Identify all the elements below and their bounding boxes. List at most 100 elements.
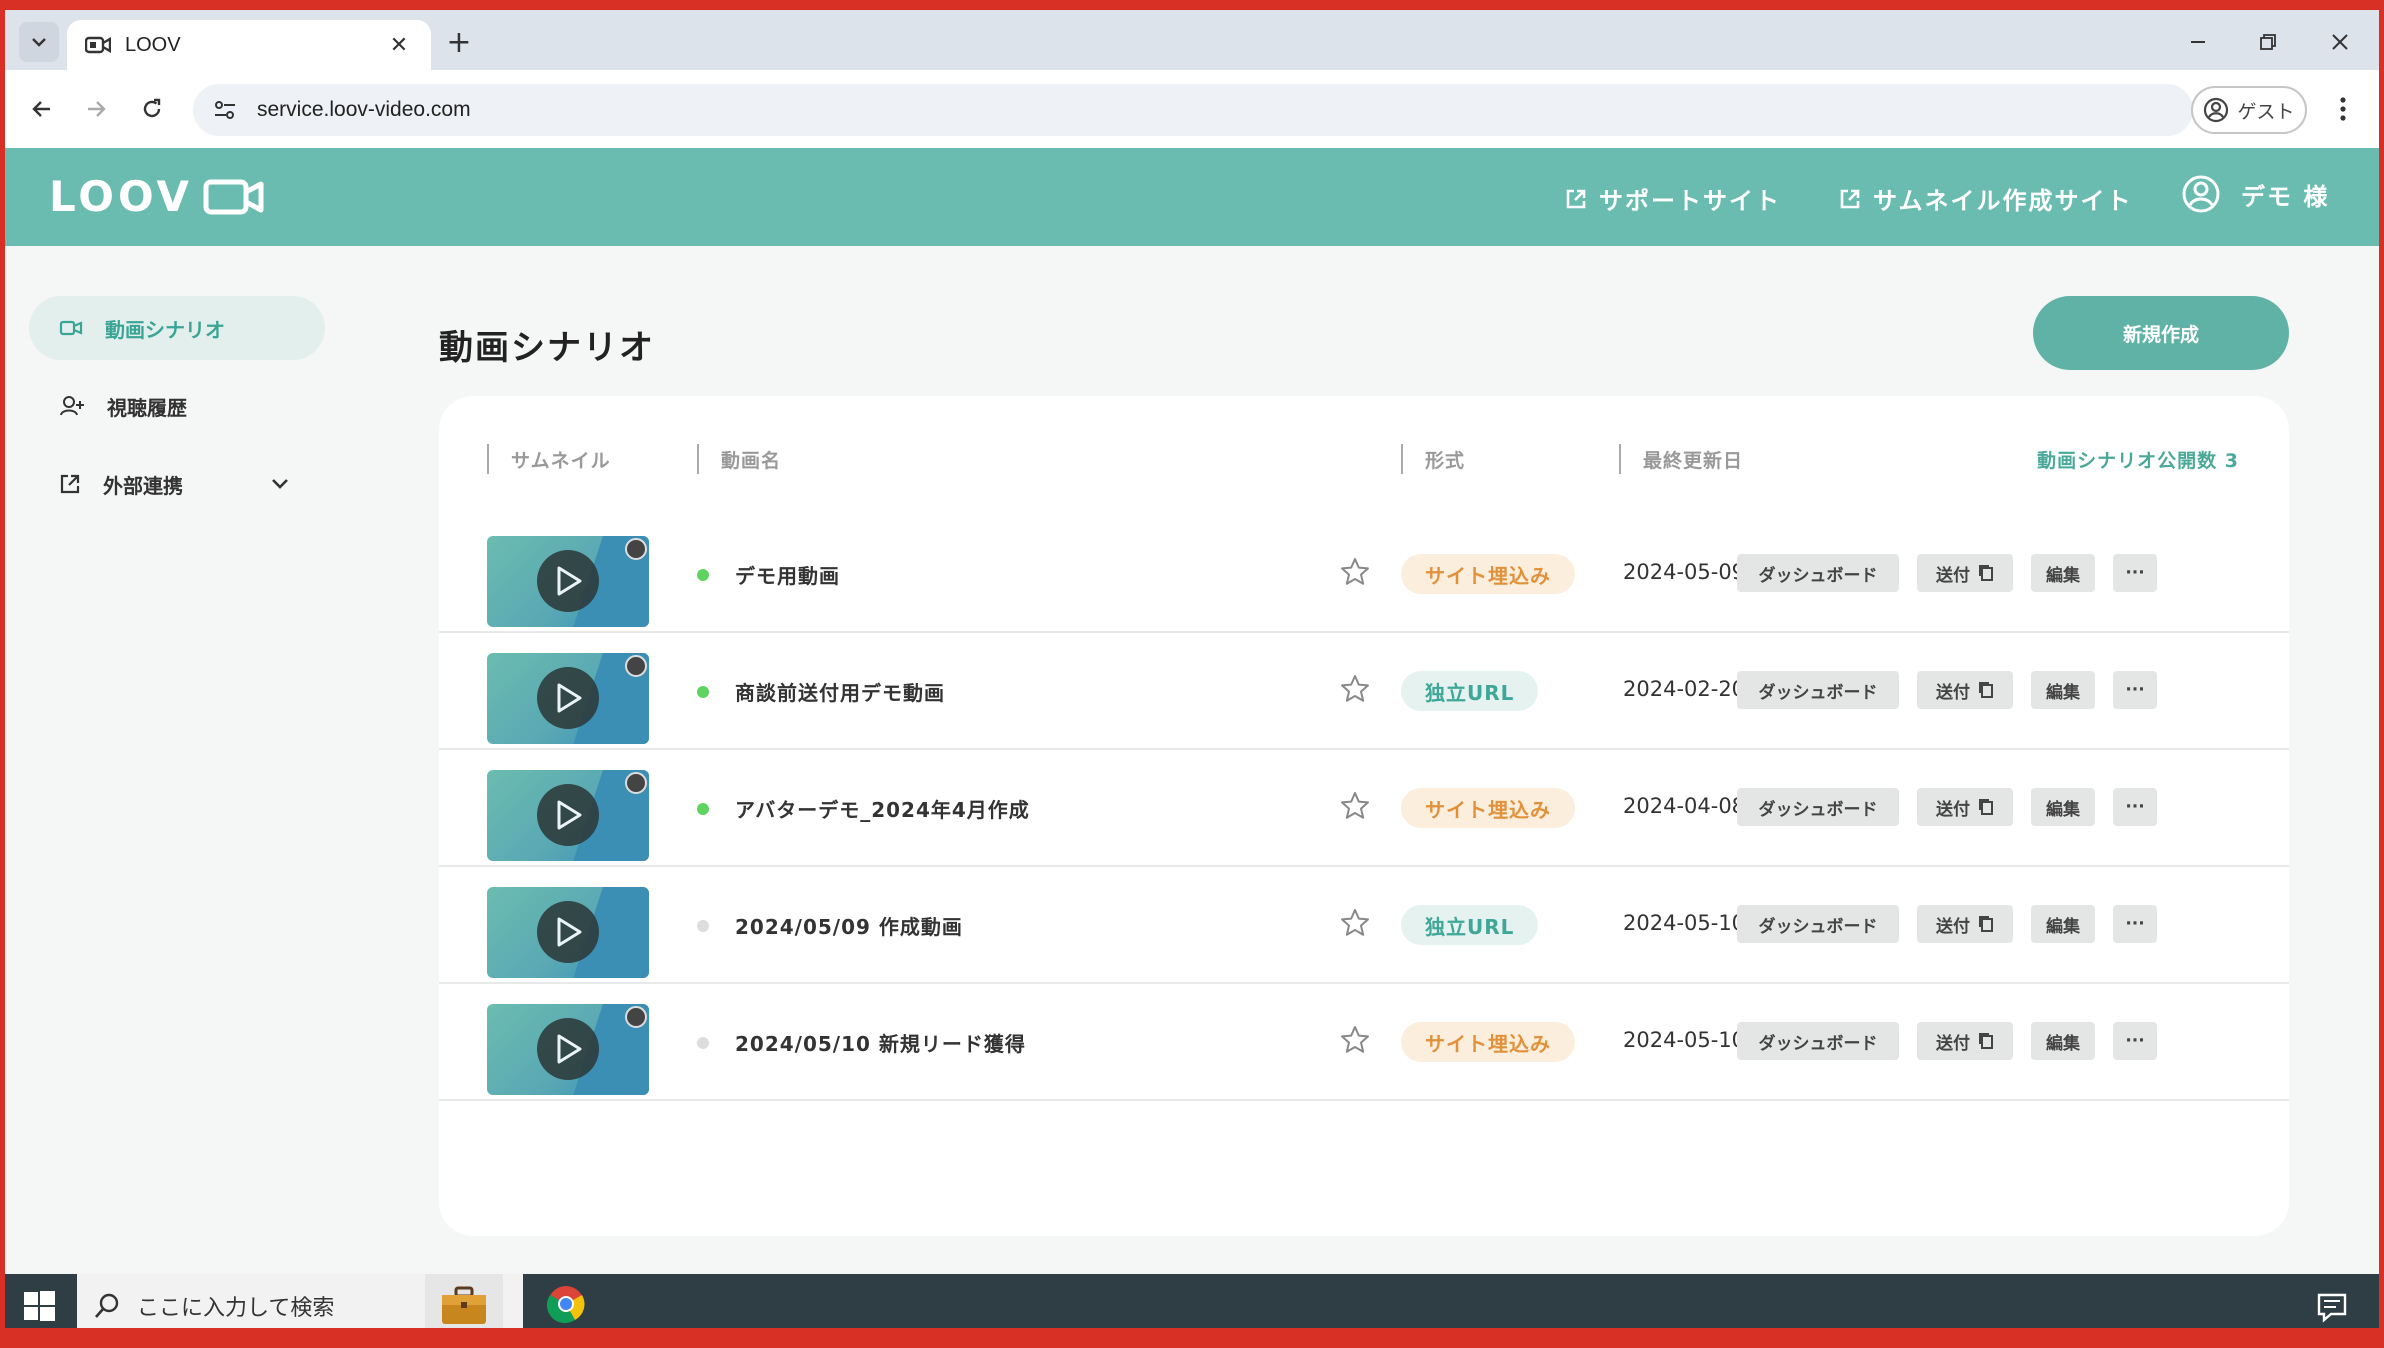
more-options-button[interactable]: ··· bbox=[2113, 671, 2157, 709]
video-name[interactable]: 2024/05/09 作成動画 bbox=[735, 911, 963, 940]
dashboard-button[interactable]: ダッシュボード bbox=[1737, 671, 1899, 709]
sidebar-item-video-scenario[interactable]: 動画シナリオ bbox=[29, 296, 325, 360]
tab-close-icon[interactable]: ✕ bbox=[385, 33, 413, 58]
star-icon[interactable] bbox=[1339, 907, 1371, 939]
video-thumbnail[interactable] bbox=[487, 536, 649, 627]
video-name[interactable]: 商談前送付用デモ動画 bbox=[735, 677, 945, 706]
sidebar: 動画シナリオ 視聴履歴 外部連携 bbox=[5, 246, 349, 1284]
scenario-table-card: サムネイル 動画名 形式 最終更新日 動画シナリオ公開数 3 デモ用動画 サイト… bbox=[439, 396, 2289, 1236]
edit-button[interactable]: 編集 bbox=[2031, 905, 2095, 943]
send-button[interactable]: 送付 bbox=[1917, 905, 2013, 943]
play-icon[interactable] bbox=[537, 784, 599, 846]
user-menu[interactable]: デモ 様 bbox=[2181, 174, 2329, 214]
chrome-icon bbox=[546, 1286, 585, 1324]
dashboard-button[interactable]: ダッシュボード bbox=[1737, 1022, 1899, 1060]
tab-title: LOOV bbox=[125, 33, 181, 56]
chevron-down-icon bbox=[272, 479, 288, 489]
browser-tab[interactable]: LOOV ✕ bbox=[67, 20, 431, 70]
send-label: 送付 bbox=[1936, 799, 1970, 820]
play-icon[interactable] bbox=[537, 550, 599, 612]
address-bar-row: service.loov-video.com ゲスト bbox=[5, 70, 2379, 148]
published-status-dot bbox=[697, 803, 709, 815]
video-name[interactable]: 2024/05/10 新規リード獲得 bbox=[735, 1028, 1026, 1057]
video-thumbnail[interactable] bbox=[487, 770, 649, 861]
play-icon[interactable] bbox=[537, 667, 599, 729]
star-icon[interactable] bbox=[1339, 790, 1371, 822]
video-thumbnail[interactable] bbox=[487, 887, 649, 978]
guest-profile-button[interactable]: ゲスト bbox=[2191, 86, 2307, 134]
send-button[interactable]: 送付 bbox=[1917, 1022, 2013, 1060]
taskbar-app-chrome[interactable] bbox=[527, 1274, 605, 1328]
table-row[interactable]: 2024/05/09 作成動画 独立URL 2024-05-10 09:44 ダ… bbox=[439, 867, 2289, 984]
thumbnail-site-link[interactable]: サムネイル作成サイト bbox=[1839, 181, 2133, 216]
reload-button[interactable] bbox=[131, 88, 173, 130]
star-icon[interactable] bbox=[1339, 556, 1371, 588]
sidebar-item-integrations[interactable]: 外部連携 bbox=[29, 452, 325, 516]
screen-frame: LOOV ✕ + service.loov-video.com ゲスト LOOV… bbox=[0, 0, 2384, 1348]
new-tab-button[interactable]: + bbox=[441, 24, 477, 60]
video-name[interactable]: アバターデモ_2024年4月作成 bbox=[735, 794, 1030, 823]
support-site-link[interactable]: サポートサイト bbox=[1565, 181, 1781, 216]
video-thumbnail[interactable] bbox=[487, 653, 649, 744]
star-icon[interactable] bbox=[1339, 673, 1371, 705]
windows-start-icon[interactable] bbox=[21, 1288, 57, 1324]
play-icon[interactable] bbox=[537, 901, 599, 963]
table-row[interactable]: 商談前送付用デモ動画 独立URL 2024-02-20 13:49 ダッシュボー… bbox=[439, 633, 2289, 750]
more-options-button[interactable]: ··· bbox=[2113, 1022, 2157, 1060]
edit-button[interactable]: 編集 bbox=[2031, 671, 2095, 709]
send-button[interactable]: 送付 bbox=[1917, 788, 2013, 826]
video-thumbnail[interactable] bbox=[487, 1004, 649, 1095]
taskbar-search-placeholder: ここに入力して検索 bbox=[137, 1296, 335, 1321]
briefcase-icon bbox=[442, 1286, 486, 1324]
sidebar-item-label: 視聴履歴 bbox=[107, 395, 187, 420]
app-header: LOOV サポートサイト サムネイル作成サイト デモ 様 bbox=[5, 148, 2379, 246]
table-row[interactable]: 2024/05/10 新規リード獲得 サイト埋込み 2024-05-10 10:… bbox=[439, 984, 2289, 1101]
back-button[interactable] bbox=[21, 88, 63, 130]
send-button[interactable]: 送付 bbox=[1917, 554, 2013, 592]
browser-menu-button[interactable] bbox=[2325, 88, 2361, 130]
avatar bbox=[625, 1006, 647, 1028]
table-row[interactable]: デモ用動画 サイト埋込み 2024-05-09 15:27 ダッシュボード 送付… bbox=[439, 516, 2289, 633]
edit-button[interactable]: 編集 bbox=[2031, 554, 2095, 592]
new-create-button[interactable]: 新規作成 bbox=[2033, 296, 2289, 370]
send-label: 送付 bbox=[1936, 916, 1970, 937]
forward-button[interactable] bbox=[75, 88, 117, 130]
published-status-dot bbox=[697, 569, 709, 581]
arrow-right-icon bbox=[88, 101, 106, 117]
column-header-updated: 最終更新日 bbox=[1619, 444, 1743, 474]
send-button[interactable]: 送付 bbox=[1917, 671, 2013, 709]
loov-logo[interactable]: LOOV bbox=[49, 172, 265, 221]
play-icon[interactable] bbox=[537, 1018, 599, 1080]
video-camera-icon bbox=[203, 179, 264, 214]
avatar bbox=[625, 772, 647, 794]
edit-button[interactable]: 編集 bbox=[2031, 1022, 2095, 1060]
more-vertical-icon bbox=[2340, 97, 2346, 121]
format-badge: 独立URL bbox=[1401, 905, 1539, 945]
url-bar[interactable]: service.loov-video.com bbox=[193, 84, 2193, 136]
more-options-button[interactable]: ··· bbox=[2113, 554, 2157, 592]
video-name[interactable]: デモ用動画 bbox=[735, 560, 840, 589]
more-options-button[interactable]: ··· bbox=[2113, 905, 2157, 943]
close-window-button[interactable] bbox=[2317, 24, 2363, 60]
avatar bbox=[625, 538, 647, 560]
star-icon[interactable] bbox=[1339, 1024, 1371, 1056]
public-count-label: 動画シナリオ公開数 3 bbox=[2037, 450, 2239, 472]
dashboard-button[interactable]: ダッシュボード bbox=[1737, 788, 1899, 826]
sidebar-item-view-history[interactable]: 視聴履歴 bbox=[29, 374, 325, 438]
external-link-icon bbox=[60, 474, 80, 494]
minimize-button[interactable] bbox=[2175, 24, 2221, 60]
site-settings-icon[interactable] bbox=[209, 94, 241, 126]
edit-button[interactable]: 編集 bbox=[2031, 788, 2095, 826]
more-options-button[interactable]: ··· bbox=[2113, 788, 2157, 826]
close-icon bbox=[2332, 34, 2348, 50]
notification-icon[interactable] bbox=[2315, 1290, 2349, 1324]
dashboard-button[interactable]: ダッシュボード bbox=[1737, 554, 1899, 592]
restore-button[interactable] bbox=[2245, 24, 2291, 60]
taskbar-app-briefcase[interactable] bbox=[425, 1274, 503, 1328]
avatar bbox=[625, 655, 647, 677]
table-row[interactable]: アバターデモ_2024年4月作成 サイト埋込み 2024-04-08 11:29… bbox=[439, 750, 2289, 867]
dashboard-button[interactable]: ダッシュボード bbox=[1737, 905, 1899, 943]
copy-icon bbox=[1979, 916, 1993, 932]
tab-search-button[interactable] bbox=[19, 22, 59, 62]
published-status-dot bbox=[697, 686, 709, 698]
